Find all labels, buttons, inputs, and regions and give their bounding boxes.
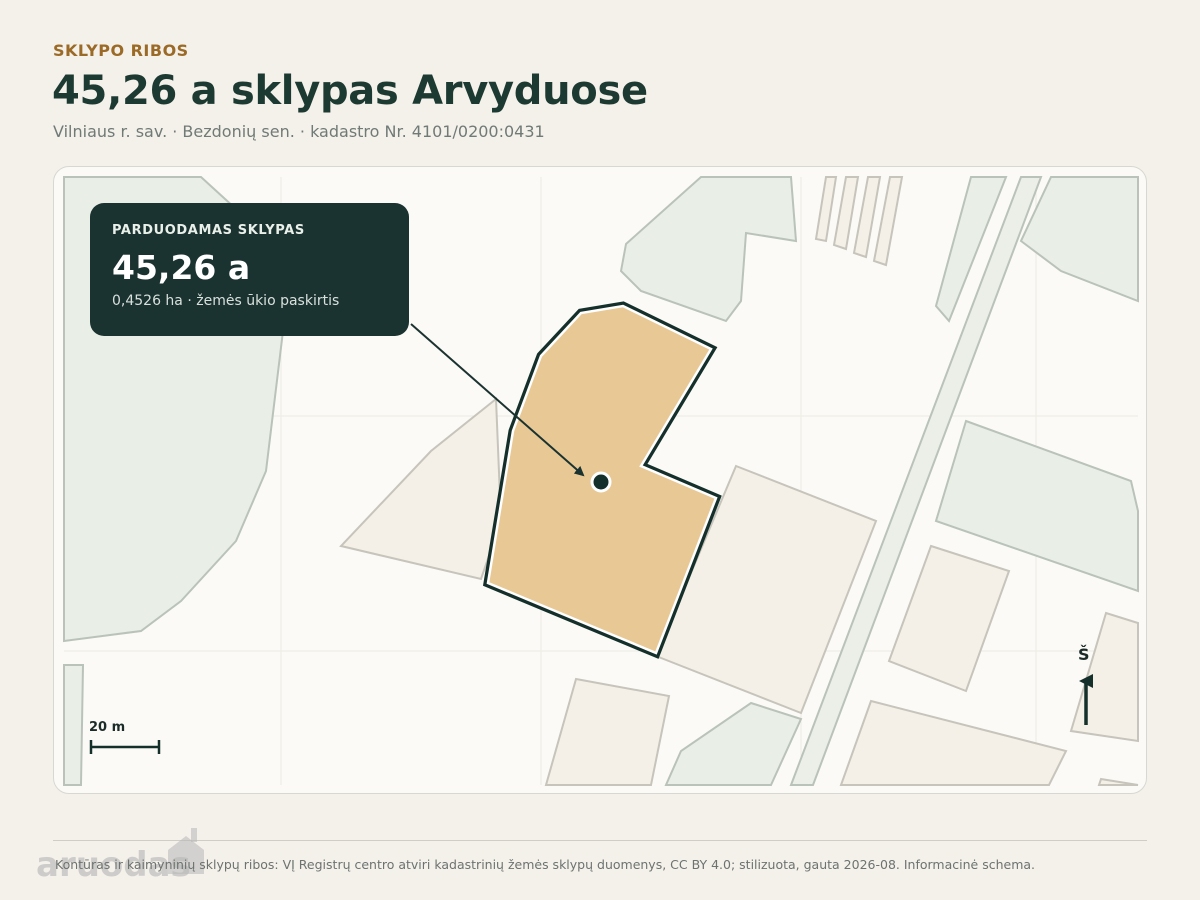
plot-callout: PARDUODAMAS SKLYPAS 45,26 a 0,4526 ha · … — [90, 203, 409, 336]
callout-eyebrow: PARDUODAMAS SKLYPAS — [112, 223, 305, 238]
plot-marker-icon — [590, 471, 612, 493]
footer-divider — [53, 840, 1147, 841]
watermark-logo-icon: aruodas — [36, 828, 204, 882]
source-note: Kontūras ir kaimyninių sklypų ribos: VĮ … — [55, 857, 1036, 872]
eyebrow: SKLYPO RIBOS — [53, 41, 189, 60]
scale-label: 20 m — [89, 720, 126, 735]
callout-meta: 0,4526 ha · žemės ūkio paskirtis — [112, 293, 340, 309]
forest-strip — [63, 664, 85, 786]
callout-area: 45,26 a — [112, 248, 251, 287]
north-label: Š — [1078, 645, 1090, 664]
page-subtitle: Vilniaus r. sav. · Bezdonių sen. · kadas… — [53, 122, 545, 141]
page-title: 45,26 a sklypas Arvyduose — [52, 68, 648, 114]
